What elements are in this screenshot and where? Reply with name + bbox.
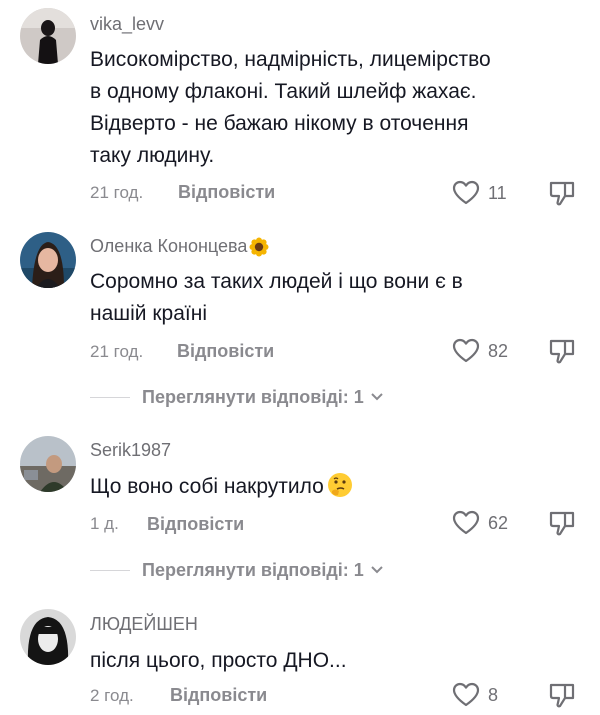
comment-text: після цього, просто ДНО...	[90, 645, 560, 677]
comment-time: 21 год.	[90, 183, 144, 202]
reply-button[interactable]: Відповісти	[178, 182, 275, 203]
avatar[interactable]	[20, 232, 76, 288]
divider	[90, 569, 130, 571]
sunflower-icon	[249, 237, 269, 257]
heart-outline-icon	[452, 682, 480, 707]
view-replies-label: Переглянути відповіді: 1	[142, 386, 364, 407]
comment-text-line: після цього, просто ДНО...	[90, 649, 347, 672]
comment-username[interactable]: ЛЮДЕЙШЕН	[90, 614, 198, 635]
dislike-button[interactable]	[548, 178, 578, 213]
reply-button[interactable]: Відповісти	[170, 685, 267, 706]
chevron-down-icon	[371, 566, 383, 574]
avatar[interactable]	[20, 436, 76, 492]
like-count: 8	[488, 684, 499, 705]
chevron-down-icon	[371, 393, 383, 401]
thinking-face-icon	[327, 473, 352, 498]
like-button[interactable]: 62	[452, 510, 508, 536]
like-button[interactable]: 8	[452, 682, 498, 708]
thumbs-down-outline-icon	[549, 181, 575, 206]
like-button[interactable]: 11	[452, 180, 507, 206]
like-button[interactable]: 82	[452, 338, 508, 364]
comment-text-line: Високомірство, надмірність, лицемірство	[90, 48, 491, 71]
comment-time: 21 год.	[90, 342, 144, 361]
comment-text-line: в одному флаконі. Такий шлейф жахає.	[90, 80, 477, 103]
heart-outline-icon	[452, 180, 480, 205]
comment-text-line: Що воно собі накрутило	[90, 471, 560, 503]
comment-username[interactable]: Serik1987	[90, 440, 171, 461]
dislike-button[interactable]	[548, 336, 578, 371]
heart-outline-icon	[452, 510, 480, 535]
comment-username[interactable]: Оленка Кононцева	[90, 236, 269, 257]
comment-text-line: Відверто - не бажаю нікому в оточення	[90, 112, 469, 135]
thumbs-down-outline-icon	[549, 511, 575, 536]
comment-username[interactable]: vika_levv	[90, 14, 164, 35]
username-text: Оленка Кононцева	[90, 236, 248, 256]
comment-text: Соромно за таких людей і що вони є в наш…	[90, 266, 560, 330]
thumbs-down-outline-icon	[549, 683, 575, 708]
dislike-button[interactable]	[548, 680, 578, 715]
avatar[interactable]	[20, 609, 76, 665]
comment-text-line: Соромно за таких людей і що вони є в	[90, 270, 463, 293]
view-replies-button[interactable]: Переглянути відповіді: 1	[90, 385, 384, 409]
like-count: 62	[488, 512, 509, 533]
like-count: 11	[488, 182, 507, 203]
thumbs-down-outline-icon	[549, 339, 575, 364]
comment-text-value: Що воно собі накрутило	[90, 475, 324, 498]
like-count: 82	[488, 340, 509, 361]
comment-time: 2 год.	[90, 686, 134, 705]
divider	[90, 396, 130, 398]
heart-outline-icon	[452, 338, 480, 363]
reply-button[interactable]: Відповісти	[147, 514, 244, 535]
comment-text-line: нашій країні	[90, 302, 207, 325]
avatar[interactable]	[20, 8, 76, 64]
comment-text: Що воно собі накрутило	[90, 471, 560, 503]
view-replies-button[interactable]: Переглянути відповіді: 1	[90, 558, 384, 582]
view-replies-label: Переглянути відповіді: 1	[142, 559, 364, 580]
comment-time: 1 д.	[90, 514, 119, 533]
reply-button[interactable]: Відповісти	[177, 341, 274, 362]
comment-text: Високомірство, надмірність, лицемірство …	[90, 44, 560, 172]
dislike-button[interactable]	[548, 508, 578, 543]
comment-text-line: таку людину.	[90, 144, 215, 167]
